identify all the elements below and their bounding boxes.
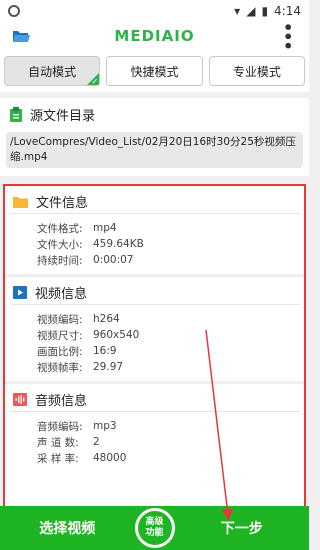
info-row: 视频帧率: 29.97 [11,359,300,375]
source-path: /LoveCompres/Video_List/02月20日16时30分25秒视… [6,132,303,168]
tab-pro-mode[interactable]: 专业模式 [208,56,305,86]
status-bar: ▾ ◢ ▮ 4:14 [0,0,309,22]
info-row: 视频尺寸: 960x540 [11,327,300,343]
info-value: mp3 [93,420,117,432]
folder-yellow-icon [13,196,28,208]
audio-info-header: 音频信息 [11,388,300,412]
info-key: 文件大小: [37,238,83,251]
next-step-button[interactable]: 下一步 [175,518,310,538]
info-value: 48000 [93,452,127,464]
bottom-bar: 选择视频 高级 功能 下一步 [0,506,309,550]
tab-quick-mode[interactable]: 快捷模式 [106,56,203,86]
info-value: h264 [93,313,120,325]
battery-icon: ▮ [261,4,269,18]
info-row: 音频编码: mp3 [11,418,300,434]
advanced-label: 高级 功能 [145,517,164,538]
info-row: 采 样 率: 48000 [11,450,300,466]
tab-label: 专业模式 [232,64,281,79]
info-row: 文件格式: mp4 [11,220,300,236]
source-panel: 源文件目录 /LoveCompres/Video_List/02月20日16时3… [0,98,309,176]
app-bar: MEDIAIO ••• [0,22,309,50]
clipboard-icon [10,106,22,122]
info-row: 声 道 数: 2 [11,434,300,450]
info-value: 960x540 [93,329,140,341]
advanced-features-button[interactable]: 高级 功能 [134,508,175,548]
check-icon: ✓ [91,77,99,86]
tab-auto-mode[interactable]: 自动模式 ✓ [4,56,101,86]
signal-icon: ◢ [246,4,256,18]
mode-tabs: 自动模式 ✓ 快捷模式 专业模式 [0,50,309,92]
info-row: 持续时间: 0:00:07 [11,252,300,268]
wifi-icon: ▾ [234,4,241,18]
file-info-section: 文件信息 文件格式: mp4 文件大小: 459.64KB 持续时间: 0:00:07 [5,186,304,277]
info-row: 画面比例: 16:9 [11,343,300,359]
video-info-header: 视频信息 [11,281,300,305]
info-value: 459.64KB [93,238,144,250]
file-info-header: 文件信息 [11,190,300,214]
app-logo: MEDIAIO [114,27,195,45]
tab-label: 自动模式 [28,64,77,79]
info-key: 音频编码: [37,420,83,433]
info-key: 文件格式: [37,222,83,235]
info-key: 画面比例: [37,345,83,358]
audio-info-title: 音频信息 [35,394,88,409]
audio-info-section: 音频信息 音频编码: mp3 声 道 数: 2 采 样 率: 48000 [5,384,304,472]
info-key: 视频尺寸: [37,329,83,342]
tab-label: 快捷模式 [130,64,179,79]
status-time: 4:14 [274,4,301,18]
info-value: 0:00:07 [93,254,134,266]
audio-icon [13,393,27,406]
info-key: 持续时间: [37,254,83,267]
source-title: 源文件目录 [30,108,96,124]
info-key: 采 样 率: [37,452,79,465]
notification-icon [8,5,20,17]
info-row: 视频编码: h264 [11,311,300,327]
info-value: mp4 [93,222,117,234]
video-icon [13,286,27,299]
file-info-title: 文件信息 [36,196,89,211]
media-info-panel: 文件信息 文件格式: mp4 文件大小: 459.64KB 持续时间: 0:00:07… [3,184,306,509]
info-key: 声 道 数: [37,436,79,449]
info-value: 2 [93,436,100,448]
info-row: 文件大小: 459.64KB [11,236,300,252]
info-key: 视频编码: [37,313,83,326]
video-info-title: 视频信息 [35,287,88,302]
more-menu-icon[interactable]: ••• [278,22,297,50]
video-info-section: 视频信息 视频编码: h264 视频尺寸: 960x540 画面比例: 16:9 视频… [5,277,304,384]
info-key: 视频帧率: [37,361,83,374]
info-value: 29.97 [93,361,124,373]
source-header: 源文件目录 [6,104,303,124]
folder-icon[interactable] [12,29,30,43]
info-value: 16:9 [93,345,117,357]
select-video-button[interactable]: 选择视频 [0,518,135,538]
